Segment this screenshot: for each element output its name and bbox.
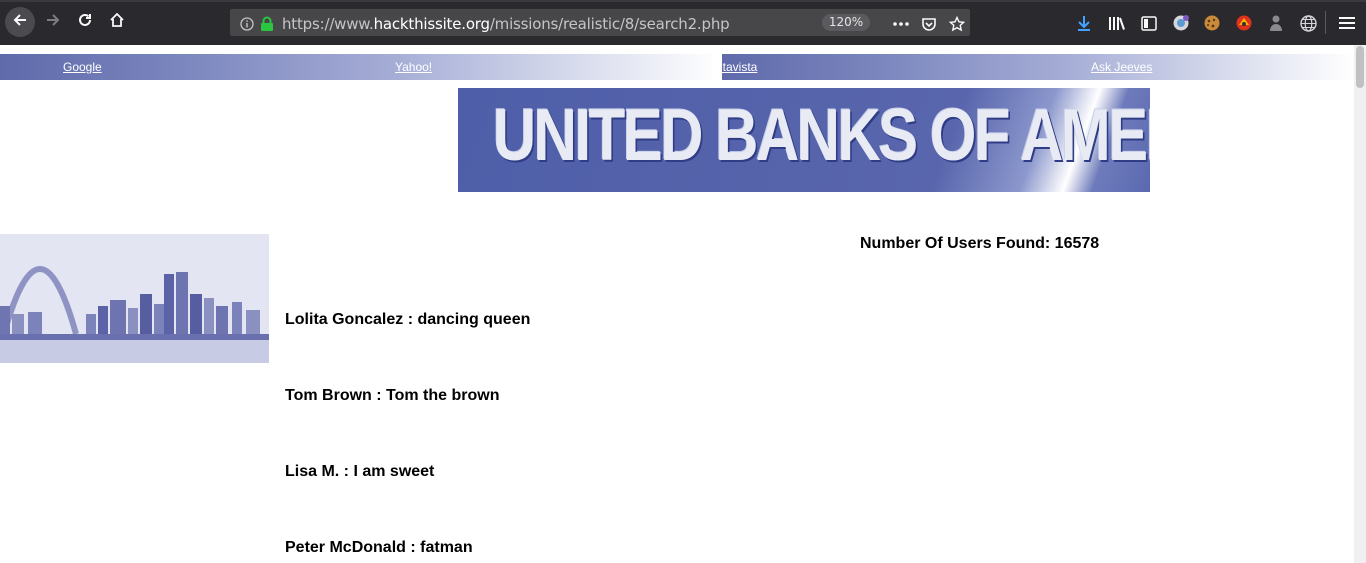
page-content: Google Yahoo! Altavista Ask Jeeves UNITE…	[0, 45, 1354, 563]
hamburger-menu-icon[interactable]	[1337, 13, 1357, 33]
toolbar-separator	[1325, 11, 1326, 34]
tab-strip-edge	[0, 0, 1366, 2]
forward-button[interactable]	[39, 8, 67, 36]
back-arrow-icon	[12, 12, 28, 33]
link-altavista-clip: Altavista	[712, 54, 782, 80]
bank-banner: UNITED BANKS OF AMERICA	[458, 88, 1150, 192]
link-yahoo[interactable]: Yahoo!	[395, 60, 432, 74]
user-agent-extension-icon[interactable]	[1266, 13, 1286, 33]
user-result: Lisa M. : I am sweet	[285, 463, 435, 480]
home-button[interactable]	[103, 8, 131, 36]
url-path: /missions/realistic/8/search2.php	[489, 15, 730, 33]
browser-toolbar: https://www.hackthissite.org/missions/re…	[0, 0, 1366, 45]
url-scheme: https://www.	[282, 15, 374, 33]
reload-icon	[77, 12, 93, 33]
url-host: hackthissite.org	[373, 15, 490, 33]
bookmark-star-icon[interactable]	[948, 15, 965, 32]
globe-extension-icon[interactable]	[1298, 13, 1318, 33]
user-result: Lolita Goncalez : dancing queen	[285, 311, 531, 328]
site-info-icon[interactable]	[238, 15, 255, 32]
sidebar-icon[interactable]	[1139, 13, 1159, 33]
page-scrollbar[interactable]	[1354, 45, 1366, 563]
hackbar-extension-icon[interactable]	[1234, 13, 1254, 33]
pocket-icon[interactable]	[920, 15, 937, 32]
search-engine-links-bar: Google Yahoo! Altavista Ask Jeeves	[0, 54, 1354, 80]
link-bar-right-gradient	[722, 54, 1354, 80]
zoom-indicator[interactable]: 120%	[822, 14, 870, 31]
account-icon[interactable]	[1171, 13, 1191, 33]
cookie-extension-icon[interactable]	[1202, 13, 1222, 33]
library-icon[interactable]	[1107, 13, 1127, 33]
city-skyline-image	[0, 234, 269, 363]
link-ask-jeeves[interactable]: Ask Jeeves	[1091, 60, 1152, 74]
link-bar-left-gradient	[0, 54, 722, 80]
downloads-icon[interactable]	[1074, 13, 1094, 33]
home-icon	[109, 12, 125, 33]
link-bar-gap	[712, 54, 722, 80]
page-actions-icon[interactable]	[892, 15, 909, 32]
scrollbar-thumb[interactable]	[1356, 46, 1364, 88]
banner-title: UNITED BANKS OF AMERICA	[493, 95, 1150, 176]
users-found-count: Number Of Users Found: 16578	[860, 235, 1100, 252]
reload-button[interactable]	[71, 8, 99, 36]
lock-icon[interactable]	[258, 15, 275, 32]
link-google[interactable]: Google	[63, 60, 102, 74]
address-bar[interactable]: https://www.hackthissite.org/missions/re…	[229, 8, 971, 37]
forward-arrow-icon	[45, 12, 61, 33]
user-result: Tom Brown : Tom the brown	[285, 387, 500, 404]
url-text[interactable]: https://www.hackthissite.org/missions/re…	[282, 15, 730, 33]
back-button[interactable]	[5, 7, 35, 37]
user-result: Peter McDonald : fatman	[285, 539, 473, 556]
